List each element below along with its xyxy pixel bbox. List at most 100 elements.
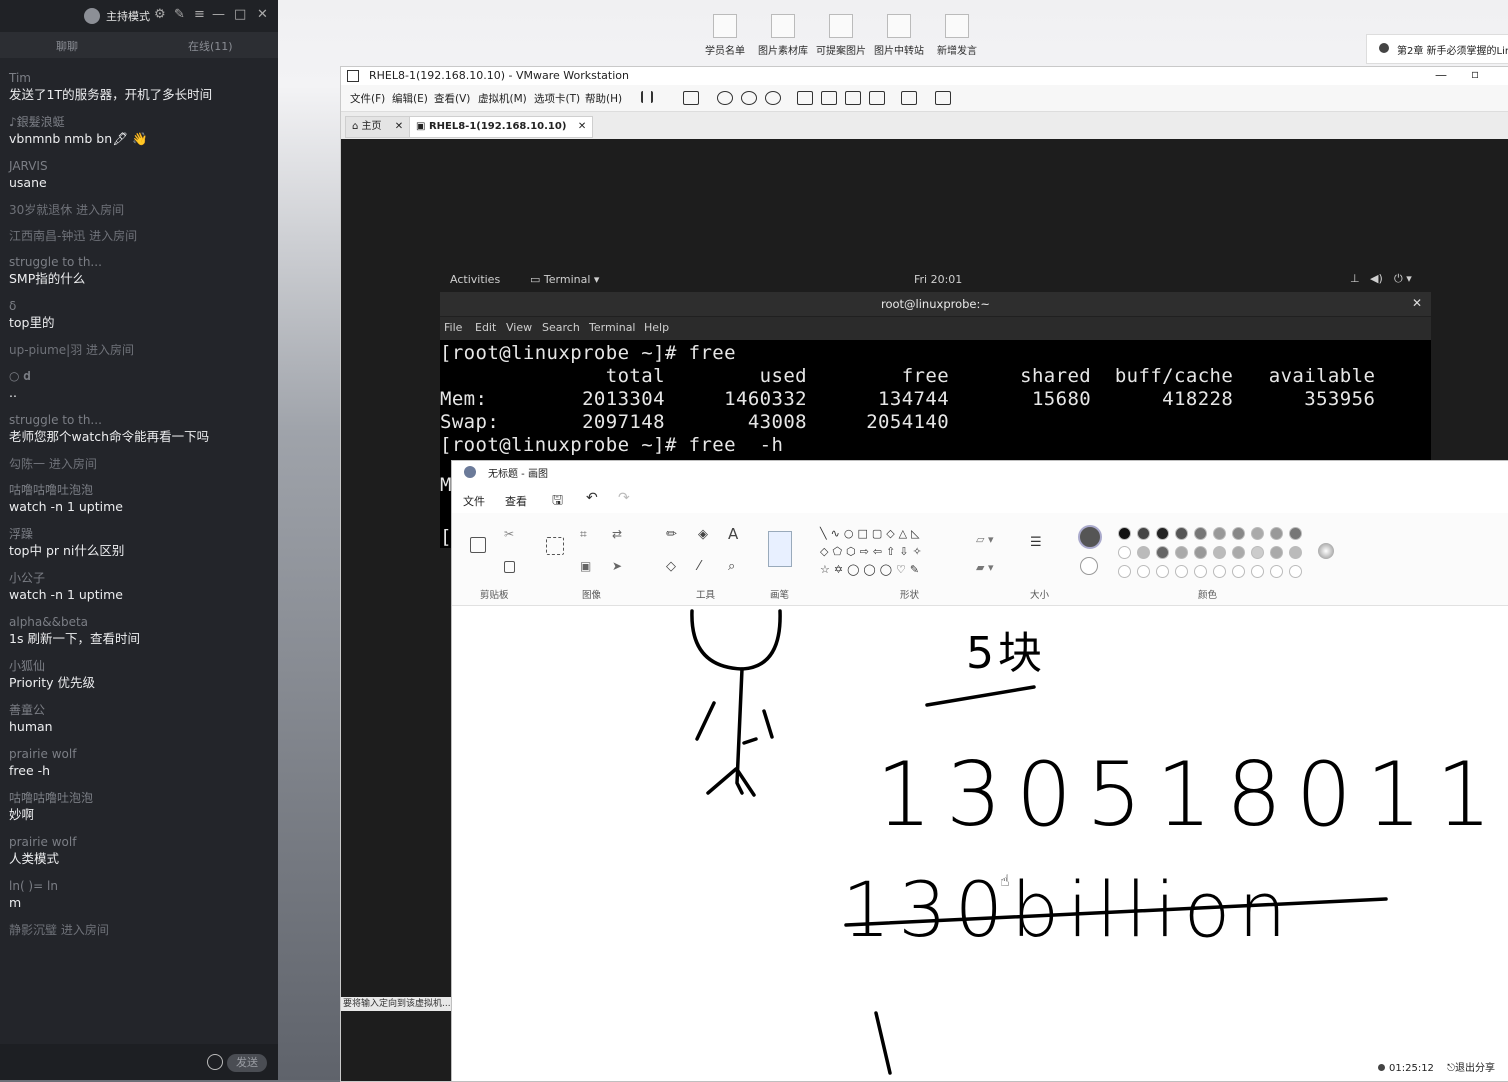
activities-button[interactable]: Activities [450, 273, 500, 286]
edit-icon[interactable]: ✎ [174, 7, 185, 22]
close-icon[interactable]: ✕ [578, 121, 586, 132]
color-swatch[interactable] [1156, 546, 1169, 559]
restore-snapshot-icon[interactable] [741, 91, 757, 105]
chat-username[interactable]: struggle to th... [9, 254, 271, 270]
color-swatch[interactable] [1232, 565, 1245, 578]
minimize-icon[interactable]: — [212, 7, 225, 22]
save-icon[interactable]: 🖫 [552, 491, 563, 513]
color-swatch[interactable] [1118, 527, 1131, 540]
color-swatch[interactable] [1137, 546, 1150, 559]
send-keys-icon[interactable] [683, 91, 699, 105]
crop-icon[interactable]: ⌗ [580, 527, 587, 542]
chat-username[interactable]: 30岁就退休 进入房间 [9, 202, 271, 218]
color-1-swatch[interactable] [1078, 525, 1102, 549]
shapes-row-1[interactable]: ╲∿○□▢◇△◺ [820, 527, 924, 540]
color-swatch[interactable] [1175, 546, 1188, 559]
close-icon[interactable]: ✕ [395, 121, 403, 132]
menu-help[interactable]: Help [644, 321, 669, 334]
desktop-icon[interactable]: 新增发言 [932, 14, 982, 57]
menu-view[interactable]: 查看(V) [434, 91, 470, 106]
chat-username[interactable]: δ [9, 298, 271, 314]
emoji-icon[interactable] [207, 1054, 223, 1070]
paste-icon[interactable] [470, 537, 486, 553]
minimize-icon[interactable]: — [1435, 68, 1447, 82]
fill-icon[interactable]: ◈ [698, 527, 708, 542]
color-swatch[interactable] [1156, 565, 1169, 578]
close-icon[interactable]: ✕ [1412, 296, 1422, 310]
tab-home[interactable]: ⌂ 主页 ✕ [345, 116, 411, 138]
chat-username[interactable]: ♪銀髮浪蜓 [9, 114, 271, 130]
redo-icon[interactable]: ↷ [618, 490, 630, 506]
chat-username[interactable]: JARVIS [9, 158, 271, 174]
chat-username[interactable]: 善童公 [9, 702, 271, 718]
color-swatch[interactable] [1213, 546, 1226, 559]
color-swatch[interactable] [1251, 565, 1264, 578]
image-icon[interactable]: ▣ [580, 559, 591, 573]
exit-share-button[interactable]: ⎋退出分享 [1447, 1063, 1495, 1074]
menu-file[interactable]: 文件(F) [350, 91, 385, 106]
undo-icon[interactable]: ↶ [586, 490, 598, 506]
tab-vm[interactable]: ▣ RHEL8-1(192.168.10.10) ✕ [409, 116, 594, 138]
resize-icon[interactable]: ⇄ [612, 527, 622, 541]
menu-icon[interactable]: ≡ [194, 7, 205, 22]
close-icon[interactable]: ✕ [257, 7, 268, 22]
select-icon[interactable] [546, 537, 564, 555]
color-picker-icon[interactable]: ⁄ [698, 559, 700, 574]
maximize-icon[interactable]: □ [234, 7, 246, 22]
menu-help[interactable]: 帮助(H) [585, 91, 622, 106]
color-swatch[interactable] [1156, 527, 1169, 540]
shapes-row-2[interactable]: ◇⬠⬡⇨⇦⇧⇩✧ [820, 545, 926, 558]
chat-username[interactable]: ○ 𝐝 [9, 368, 271, 384]
menu-view[interactable]: 查看 [505, 493, 527, 509]
magnifier-icon[interactable]: ⌕ [728, 559, 735, 574]
color-swatch[interactable] [1118, 546, 1131, 559]
color-swatch[interactable] [1289, 565, 1302, 578]
color-swatch[interactable] [1137, 527, 1150, 540]
pause-icon[interactable] [641, 91, 653, 103]
chat-username[interactable]: prairie wolf [9, 834, 271, 850]
power-icon[interactable]: ⏻ ▾ [1394, 272, 1412, 286]
chat-username[interactable]: ln( )= ln [9, 878, 271, 894]
color-swatch[interactable] [1175, 565, 1188, 578]
color-swatch[interactable] [1251, 546, 1264, 559]
send-button[interactable]: 发送 [227, 1054, 267, 1072]
menu-file[interactable]: 文件 [463, 493, 485, 509]
eraser-icon[interactable]: ◇ [666, 559, 676, 574]
color-palette[interactable] [1118, 527, 1308, 578]
color-swatch[interactable] [1118, 565, 1131, 578]
color-swatch[interactable] [1289, 527, 1302, 540]
chat-username[interactable]: alpha&&beta [9, 614, 271, 630]
maximize-icon[interactable]: ▫ [1471, 67, 1479, 81]
menu-edit[interactable]: Edit [475, 321, 496, 334]
color-swatch[interactable] [1232, 546, 1245, 559]
fill-style-icon[interactable]: ▰ ▾ [976, 561, 993, 574]
settings-icon[interactable]: ⚙ [154, 7, 166, 22]
color-swatch[interactable] [1175, 527, 1188, 540]
menu-search[interactable]: Search [542, 321, 580, 334]
snapshot-manager-icon[interactable] [765, 91, 781, 105]
cut-icon[interactable]: ✂ [504, 527, 514, 541]
chat-username[interactable]: 咕噜咕噜吐泡泡 [9, 790, 271, 806]
color-2-swatch[interactable] [1080, 557, 1098, 575]
app-menu[interactable]: ▭ Terminal ▾ [530, 273, 599, 286]
chat-username[interactable]: 勾陈一 进入房间 [9, 456, 271, 472]
clock[interactable]: Fri 20:01 [914, 273, 962, 286]
chat-username[interactable]: prairie wolf [9, 746, 271, 762]
menu-vm[interactable]: 虚拟机(M) [478, 91, 527, 106]
size-icon[interactable]: ☰ [1030, 535, 1042, 550]
brush-icon[interactable] [768, 531, 792, 567]
color-swatch[interactable] [1270, 527, 1283, 540]
chat-username[interactable]: Tim [9, 70, 271, 86]
sidebar-toggle-icon[interactable] [797, 91, 813, 105]
menu-file[interactable]: File [444, 321, 462, 334]
chat-username[interactable]: 咕噜咕噜吐泡泡 [9, 482, 271, 498]
menu-terminal[interactable]: Terminal [589, 321, 636, 334]
fullscreen-icon[interactable] [845, 91, 861, 105]
background-window[interactable]: 第2章 新手必须掌握的Linu [1366, 34, 1508, 64]
chat-username[interactable]: 江西南昌-钟迅 进入房间 [9, 228, 271, 244]
menu-edit[interactable]: 编辑(E) [392, 91, 428, 106]
color-swatch[interactable] [1289, 546, 1302, 559]
shapes-row-3[interactable]: ☆✡◯◯◯♡✎ [820, 563, 923, 576]
chat-username[interactable]: struggle to th... [9, 412, 271, 428]
color-swatch[interactable] [1232, 527, 1245, 540]
